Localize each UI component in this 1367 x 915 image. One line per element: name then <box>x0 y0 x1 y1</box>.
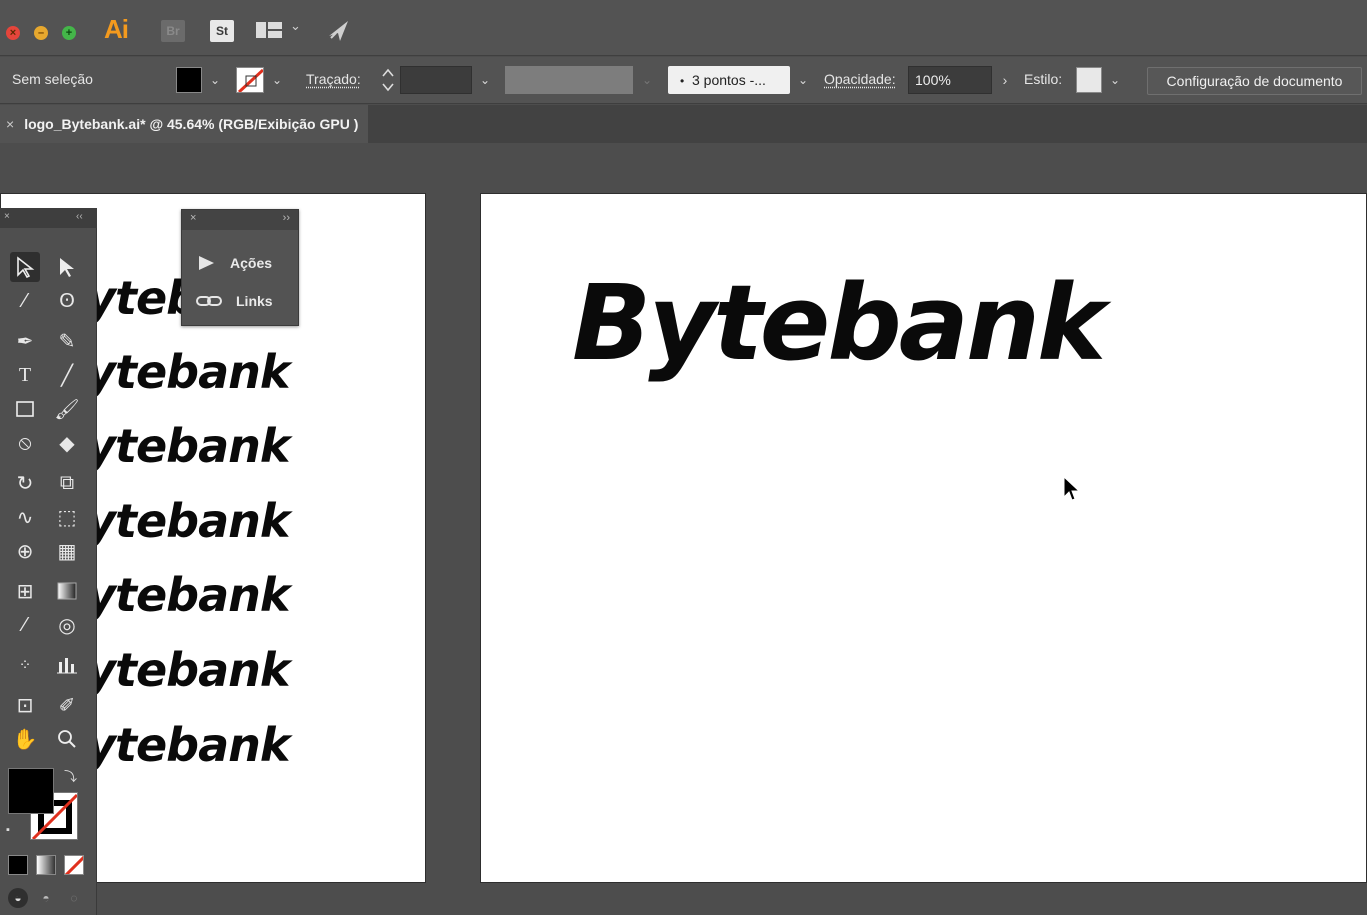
close-tab-icon[interactable]: × <box>6 116 14 132</box>
play-icon <box>199 256 214 270</box>
mesh-tool-icon[interactable]: ⊞ <box>10 576 40 606</box>
actions-links-panel: × ›› Ações Links <box>181 209 299 326</box>
application-bar <box>0 0 1367 56</box>
draw-inside-icon[interactable]: ◌ <box>64 888 84 908</box>
stroke-weight-chevron-icon[interactable]: ⌄ <box>476 70 494 90</box>
logo-variant-row[interactable]: ytebank <box>86 419 290 473</box>
shaper-tool-icon[interactable]: ⦸ <box>10 428 40 458</box>
type-tool-icon[interactable]: T <box>10 360 40 390</box>
close-panel-icon[interactable]: × <box>4 211 10 222</box>
collapse-panel-icon[interactable]: ‹‹ <box>76 211 83 222</box>
graphic-style-swatch[interactable] <box>1076 67 1102 93</box>
mouse-pointer-icon <box>1063 475 1081 501</box>
logo-variant-row[interactable]: ytebank <box>86 568 290 622</box>
fill-dropdown-chevron-icon[interactable]: ⌄ <box>206 70 224 90</box>
pen-tool-icon[interactable]: ✒ <box>10 326 40 356</box>
swap-fill-stroke-icon[interactable]: ⤵ <box>64 766 77 785</box>
fill-box[interactable] <box>8 768 54 814</box>
logo-variant-row[interactable]: ytebank <box>86 643 290 697</box>
none-mode-swatch[interactable] <box>64 855 84 875</box>
shape-builder-tool-icon[interactable]: ⊕ <box>10 536 40 566</box>
eraser-tool-icon[interactable]: ◆ <box>52 428 82 458</box>
draw-normal-icon[interactable]: ◒ <box>8 888 28 908</box>
style-label: Estilo: <box>1024 71 1063 87</box>
opacity-label[interactable]: Opacidade: <box>824 71 896 87</box>
direct-selection-tool-icon[interactable] <box>52 252 82 282</box>
close-panel-icon[interactable]: × <box>190 212 196 228</box>
selection-status: Sem seleção <box>12 71 93 87</box>
stepper-arrows-icon <box>382 68 394 92</box>
draw-behind-icon[interactable]: ◓ <box>36 888 56 908</box>
free-transform-tool-icon[interactable]: ⬚ <box>52 502 82 532</box>
panel-header[interactable]: × ›› <box>182 210 298 230</box>
document-setup-button[interactable]: Configuração de documento <box>1147 67 1362 95</box>
stroke-weight-stepper[interactable] <box>380 66 396 94</box>
workspace-layout-icon[interactable] <box>256 22 282 38</box>
close-window-button[interactable]: × <box>6 26 20 40</box>
blend-tool-icon[interactable]: ◎ <box>52 610 82 640</box>
logo-variant-row[interactable]: ytebank <box>86 494 290 548</box>
lasso-tool-icon[interactable]: ʘ <box>52 286 82 316</box>
column-graph-tool-icon[interactable] <box>52 650 82 680</box>
rectangle-tool-icon[interactable] <box>10 394 40 424</box>
document-tab-title: logo_Bytebank.ai* @ 45.64% (RGB/Exibição… <box>24 116 359 132</box>
color-mode-swatch[interactable] <box>8 855 28 875</box>
logo-variant-row[interactable]: ytebank <box>86 345 290 399</box>
curvature-tool-icon[interactable]: ✎ <box>52 326 82 356</box>
fill-color-swatch[interactable] <box>176 67 202 93</box>
expand-panel-icon[interactable]: ›› <box>283 212 290 228</box>
opacity-input[interactable]: 100% <box>908 66 992 94</box>
illustrator-logo: Ai <box>104 14 129 44</box>
publish-icon[interactable] <box>326 18 352 44</box>
brush-definition-dropdown[interactable]: • 3 pontos -... <box>668 66 790 94</box>
paintbrush-tool-icon[interactable]: 🖌 <box>52 394 82 424</box>
brush-preset-label: 3 pontos -... <box>691 72 766 88</box>
line-segment-tool-icon[interactable]: ╱ <box>52 360 82 390</box>
default-colors-icon[interactable]: ▪ <box>6 824 10 836</box>
stock-button[interactable]: St <box>210 20 234 42</box>
brush-chevron-icon[interactable]: ⌄ <box>794 70 812 90</box>
gradient-mode-swatch[interactable] <box>36 855 56 875</box>
style-chevron-icon[interactable]: ⌄ <box>1106 70 1124 90</box>
stroke-weight-input[interactable] <box>400 66 472 94</box>
no-stroke-icon <box>237 68 263 92</box>
bytebank-logo-main[interactable]: Bytebank <box>572 262 1106 384</box>
selection-tool-icon[interactable] <box>10 252 40 282</box>
gradient-tool-icon[interactable] <box>52 576 82 606</box>
bridge-button[interactable]: Br <box>161 20 185 42</box>
panel-item-label: Ações <box>230 255 273 271</box>
slice-tool-icon[interactable]: ✐ <box>52 690 82 720</box>
symbol-sprayer-tool-icon[interactable]: ⁘ <box>10 650 40 680</box>
document-tab[interactable]: × logo_Bytebank.ai* @ 45.64% (RGB/Exibiç… <box>0 105 369 143</box>
variable-width-chevron-icon[interactable]: ⌄ <box>638 70 656 90</box>
artboard-tool-icon[interactable]: ⊡ <box>10 690 40 720</box>
rotate-tool-icon[interactable]: ↻ <box>10 468 40 498</box>
zoom-window-button[interactable]: + <box>62 26 76 40</box>
panel-item-acoes[interactable]: Ações <box>182 244 298 282</box>
minimize-window-button[interactable]: – <box>34 26 48 40</box>
brush-dot-icon: • <box>680 74 685 88</box>
panel-item-label: Links <box>236 293 273 309</box>
eyedropper-tool-icon[interactable]: ⁄ <box>10 610 40 640</box>
link-icon <box>196 296 222 306</box>
scale-tool-icon[interactable]: ⧉ <box>52 468 82 498</box>
warp-tool-icon[interactable]: ∿ <box>10 502 40 532</box>
opacity-expand-icon[interactable]: › <box>996 70 1014 90</box>
panel-item-links[interactable]: Links <box>182 282 298 320</box>
tools-panel-header[interactable]: × ‹‹ <box>0 208 97 228</box>
stroke-color-swatch[interactable] <box>236 67 264 93</box>
magic-wand-tool-icon[interactable]: ⁄ <box>10 286 40 316</box>
stroke-label[interactable]: Traçado: <box>306 71 361 87</box>
perspective-grid-tool-icon[interactable]: ▦ <box>52 536 82 566</box>
stroke-dropdown-chevron-icon[interactable]: ⌄ <box>268 70 286 90</box>
zoom-tool-icon[interactable] <box>52 724 82 754</box>
hand-tool-icon[interactable]: ✋ <box>10 724 40 754</box>
variable-width-profile[interactable] <box>505 66 633 94</box>
chevron-down-icon[interactable]: ⌄ <box>290 18 301 34</box>
logo-variant-row[interactable]: ytebank <box>86 718 290 772</box>
